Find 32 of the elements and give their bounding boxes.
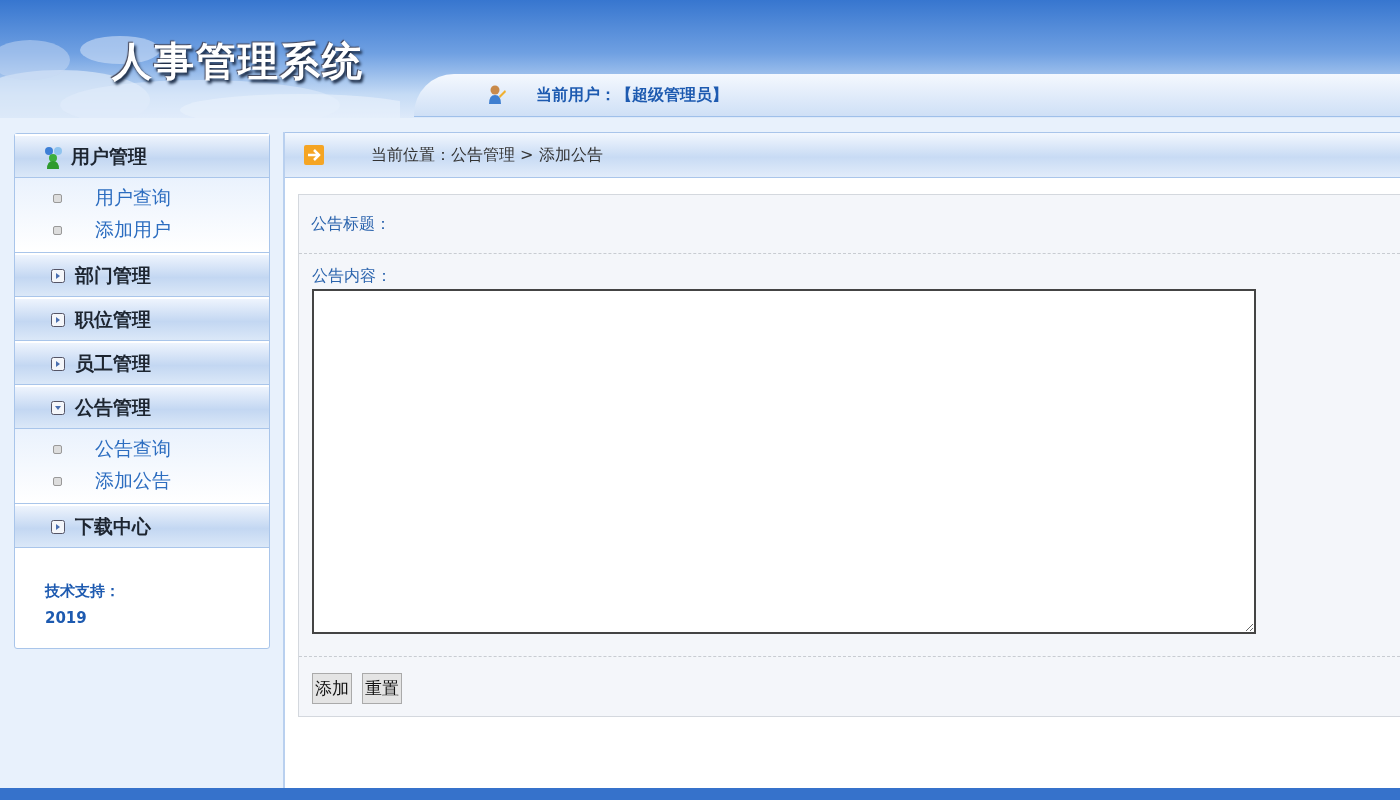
menu-link[interactable]: 公告查询 xyxy=(95,436,171,462)
field-label: 公告内容： xyxy=(312,266,393,287)
form-button[interactable]: 重置 xyxy=(362,673,402,704)
menu-link[interactable]: 添加公告 xyxy=(95,468,171,494)
expand-icon xyxy=(51,519,65,534)
bullet-icon xyxy=(53,225,62,235)
user-name: 【超级管理员】 xyxy=(616,84,728,106)
bullet-icon xyxy=(53,193,62,203)
menu-group[interactable]: 职位管理 xyxy=(15,297,269,341)
user-label: 当前用户： xyxy=(536,84,616,106)
menu-group[interactable]: 用户管理 xyxy=(15,134,269,178)
user-icon xyxy=(486,84,506,106)
bullet-icon xyxy=(53,444,62,454)
breadcrumb: 当前位置：公告管理 > 添加公告 xyxy=(371,144,603,166)
expand-icon xyxy=(51,312,65,327)
content-field[interactable] xyxy=(312,289,1256,634)
app-title: 人事管理系统 xyxy=(112,36,364,86)
expand-icon xyxy=(51,356,65,371)
support-label: 技术支持： xyxy=(45,581,121,602)
collapse-icon xyxy=(51,400,65,415)
support-year: 2019 xyxy=(45,608,88,629)
menu-link[interactable]: 添加用户 xyxy=(95,217,171,243)
bullet-icon xyxy=(53,476,62,486)
expand-icon xyxy=(51,268,65,283)
form-button[interactable]: 添加 xyxy=(312,673,352,704)
field-label: 公告标题： xyxy=(311,213,391,235)
menu-group[interactable]: 公告管理 xyxy=(15,385,269,429)
menu-group[interactable]: 员工管理 xyxy=(15,341,269,385)
menu-group[interactable]: 下载中心 xyxy=(15,504,269,548)
menu-link[interactable]: 用户查询 xyxy=(95,185,171,211)
menu-group[interactable]: 部门管理 xyxy=(15,253,269,297)
users-icon xyxy=(43,144,63,169)
